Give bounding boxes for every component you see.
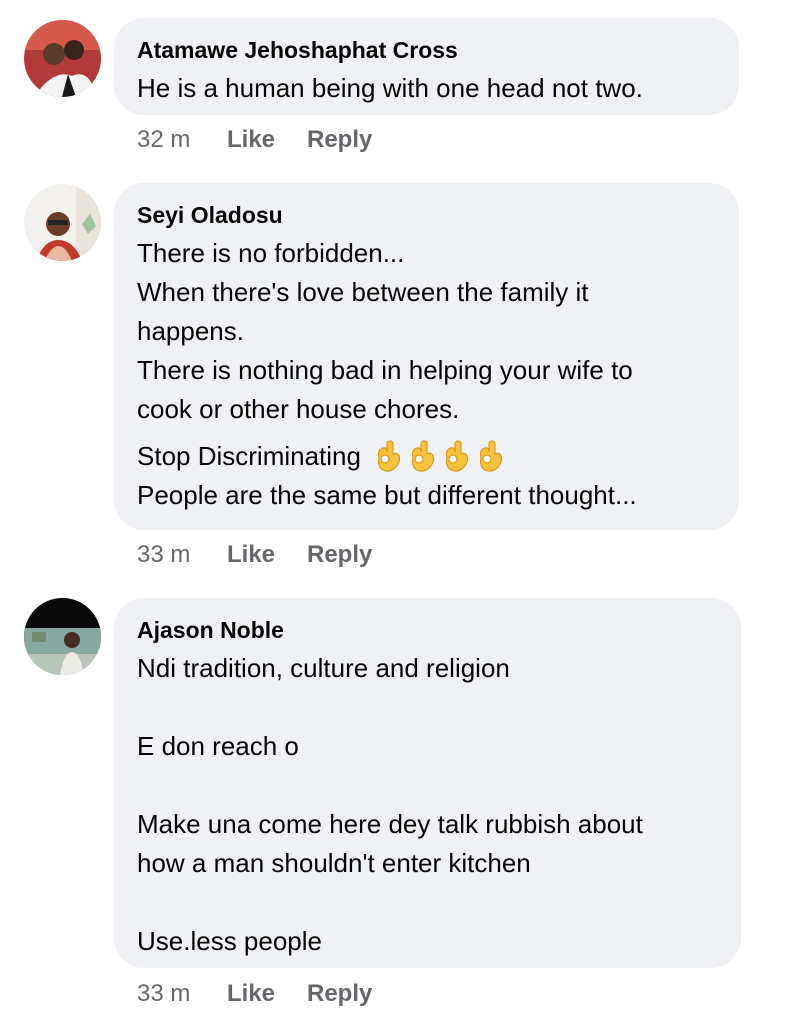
ok-hand-icon (479, 439, 503, 472)
comment-text (137, 688, 717, 727)
avatar[interactable] (24, 598, 101, 675)
comment-text: Make una come here dey talk rubbish abou… (137, 809, 643, 839)
comment-text: There is nothing bad in helping your wif… (137, 355, 633, 385)
reply-button[interactable]: Reply (307, 125, 372, 155)
comment-text: how a man shouldn't enter kitchen (137, 848, 531, 878)
ok-hand-icon (377, 439, 401, 472)
comment-text: Ndi tradition, culture and religion (137, 653, 510, 683)
comment-text (137, 883, 717, 922)
comment-text: E don reach o (137, 731, 299, 761)
comment-bubble: Atamawe Jehoshaphat Cross He is a human … (114, 18, 739, 115)
comment-text: People are the same but different though… (137, 480, 637, 510)
comment-text-with-emoji: Stop Discriminating (137, 437, 715, 476)
ok-hand-icon (445, 439, 469, 472)
comment-author[interactable]: Ajason Noble (137, 615, 717, 645)
comment-text: happens. (137, 316, 244, 346)
timestamp[interactable]: 33 m (137, 540, 227, 570)
reply-button[interactable]: Reply (307, 979, 372, 1009)
comment-bubble: Seyi Oladosu There is no forbidden... Wh… (114, 183, 739, 530)
comment-text: He is a human being with one head not tw… (137, 73, 643, 103)
avatar[interactable] (24, 184, 101, 261)
comment-text: When there's love between the family it (137, 277, 589, 307)
like-button[interactable]: Like (227, 540, 307, 570)
comment-actions: 33 m Like Reply (137, 979, 372, 1009)
comment-text: There is no forbidden... (137, 238, 405, 268)
reply-button[interactable]: Reply (307, 540, 372, 570)
comment-text: Use.less people (137, 926, 322, 956)
like-button[interactable]: Like (227, 125, 307, 155)
emoji-group (371, 439, 505, 474)
comment-actions: 33 m Like Reply (137, 540, 372, 570)
like-button[interactable]: Like (227, 979, 307, 1009)
comment-text: Stop Discriminating (137, 441, 361, 471)
comment-text: cook or other house chores. (137, 394, 460, 424)
ok-hand-icon (411, 439, 435, 472)
comment-text (137, 766, 717, 805)
comment-author[interactable]: Atamawe Jehoshaphat Cross (137, 35, 715, 65)
comment-bubble: Ajason Noble Ndi tradition, culture and … (114, 598, 741, 968)
comment-author[interactable]: Seyi Oladosu (137, 200, 715, 230)
comment-actions: 32 m Like Reply (137, 125, 372, 155)
timestamp[interactable]: 32 m (137, 125, 227, 155)
avatar[interactable] (24, 20, 101, 97)
timestamp[interactable]: 33 m (137, 979, 227, 1009)
